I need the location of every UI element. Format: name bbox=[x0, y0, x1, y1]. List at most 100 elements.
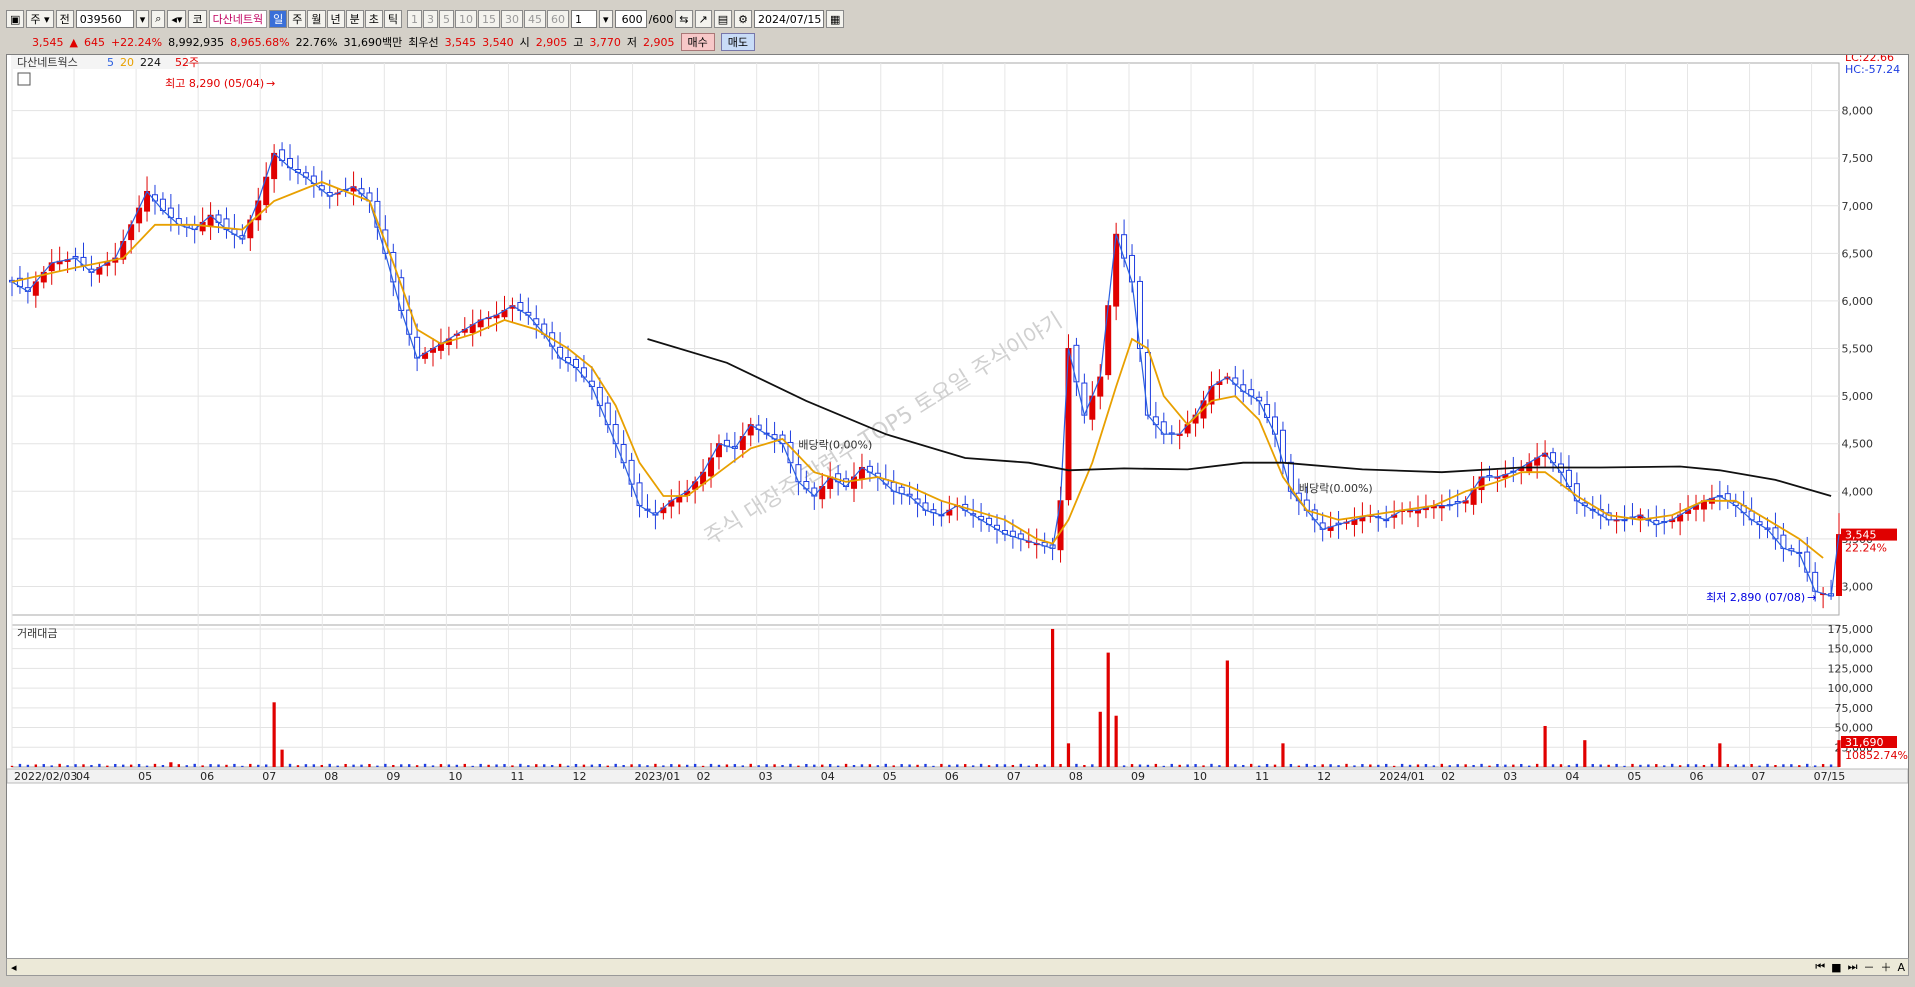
volume-bar bbox=[129, 764, 133, 767]
scroll-last-icon[interactable]: ⏭ bbox=[1845, 960, 1861, 974]
date-input[interactable]: 2024/07/15 bbox=[754, 10, 824, 28]
volume-bar bbox=[1027, 765, 1030, 767]
legend-52w: 52주 bbox=[175, 56, 199, 69]
volume-bar bbox=[1440, 763, 1444, 767]
interval-button-5[interactable]: 5 bbox=[439, 10, 455, 28]
scroll-stop-icon[interactable]: ■ bbox=[1828, 961, 1844, 974]
count-select[interactable]: 1 bbox=[571, 10, 598, 28]
x-tick-label: 05 bbox=[1627, 770, 1641, 783]
volume-bar bbox=[1392, 765, 1396, 767]
window-icon[interactable]: ▣ bbox=[6, 10, 25, 28]
speaker-icon[interactable]: ◂▾ bbox=[167, 10, 187, 28]
period-tab-6[interactable]: 틱 bbox=[383, 10, 403, 28]
volume-bar bbox=[18, 763, 22, 767]
best-ask: 3,545 bbox=[444, 35, 477, 49]
zoom-out-icon[interactable]: － bbox=[1860, 959, 1877, 975]
interval-button-60[interactable]: 60 bbox=[547, 10, 570, 28]
mode-select[interactable]: 주 ▾ bbox=[26, 10, 54, 28]
volume-bar bbox=[511, 765, 514, 767]
volume-bar bbox=[932, 765, 935, 767]
code-input[interactable]: 039560 bbox=[75, 10, 134, 28]
volume-bar bbox=[1774, 765, 1777, 767]
text-size-icon[interactable]: A bbox=[1894, 961, 1908, 974]
interval-button-45[interactable]: 45 bbox=[524, 10, 547, 28]
interval-button-15[interactable]: 15 bbox=[478, 10, 501, 28]
volume-bar bbox=[1408, 764, 1412, 767]
volume-bar bbox=[693, 763, 697, 767]
horizontal-scrollbar[interactable]: ◂ ⏮ ■ ⏭ － ＋ A bbox=[6, 958, 1909, 976]
candle-body bbox=[795, 464, 802, 483]
period-tab-2[interactable]: 월 bbox=[307, 10, 326, 28]
code-dropdown-icon[interactable]: ▾ bbox=[135, 10, 150, 28]
period-tab-0[interactable]: 일 bbox=[269, 10, 288, 28]
volume-bar bbox=[161, 764, 165, 767]
scroll-first-icon[interactable]: ⏮ bbox=[1812, 960, 1828, 974]
volume-bar bbox=[288, 763, 292, 767]
volume-bar bbox=[209, 764, 212, 767]
scroll-left-icon[interactable]: ◂ bbox=[7, 961, 21, 974]
volume-bar bbox=[1813, 765, 1817, 767]
count-input[interactable]: 600 bbox=[614, 10, 647, 28]
legend-ma224: 224 bbox=[140, 56, 161, 69]
volume-tick-label: 75,000 bbox=[1835, 702, 1874, 715]
calendar-icon[interactable]: ▦ bbox=[826, 10, 845, 28]
price-tick-label: 4,500 bbox=[1842, 438, 1874, 451]
volume-bar bbox=[1798, 765, 1801, 767]
interval-button-1[interactable]: 1 bbox=[407, 10, 423, 28]
stock-name: 다산네트웍 bbox=[208, 10, 268, 28]
period-tab-1[interactable]: 주 bbox=[288, 10, 307, 28]
sell-button[interactable]: 매도 bbox=[720, 33, 755, 51]
volume-bar bbox=[1663, 765, 1666, 767]
volume-bar bbox=[153, 763, 157, 767]
volume-bar bbox=[1702, 764, 1706, 767]
volume-bar bbox=[1075, 763, 1078, 767]
volume-bar bbox=[26, 764, 30, 767]
chart-area[interactable]: 3,0003,5004,0004,5005,0005,5006,0006,500… bbox=[6, 51, 1909, 970]
interval-button-10[interactable]: 10 bbox=[455, 10, 478, 28]
zoom-in-icon[interactable]: ＋ bbox=[1877, 959, 1894, 975]
prefix-button[interactable]: 전 bbox=[55, 10, 74, 28]
volume-bar bbox=[685, 764, 689, 767]
volume-bar bbox=[598, 763, 602, 767]
volume-bar bbox=[114, 763, 117, 767]
volume-bar bbox=[987, 765, 991, 767]
compare-icon[interactable]: ⇆ bbox=[675, 10, 693, 28]
volume-spike-bar bbox=[1066, 743, 1071, 767]
save-icon[interactable]: ▤ bbox=[713, 10, 733, 28]
volume-bar bbox=[145, 765, 149, 767]
volume-bar bbox=[678, 764, 681, 767]
interval-button-3[interactable]: 3 bbox=[423, 10, 439, 28]
volume-bar bbox=[550, 764, 554, 767]
volume-spike-bar bbox=[1543, 725, 1547, 767]
period-tab-4[interactable]: 분 bbox=[345, 10, 364, 28]
volume-bar bbox=[1218, 765, 1221, 767]
interval-button-30[interactable]: 30 bbox=[501, 10, 524, 28]
volume: 8,992,935 bbox=[168, 35, 225, 49]
count-dropdown-icon[interactable]: ▾ bbox=[599, 10, 613, 28]
volume-tick-label: 175,000 bbox=[1828, 623, 1874, 636]
scale-icon[interactable]: ↗ bbox=[694, 10, 712, 28]
volume-bar bbox=[1567, 765, 1571, 767]
volume-bar bbox=[860, 764, 864, 767]
period-tab-3[interactable]: 년 bbox=[326, 10, 345, 28]
volume-spike-bar bbox=[1114, 715, 1118, 767]
volume-bar bbox=[1146, 764, 1150, 767]
volume-bar bbox=[201, 765, 204, 767]
x-tick-label: 06 bbox=[945, 770, 959, 783]
gear-icon[interactable]: ⚙ bbox=[734, 10, 752, 28]
volume-bar bbox=[400, 764, 403, 767]
search-icon[interactable]: ⌕ bbox=[151, 10, 166, 28]
x-tick-label: 12 bbox=[572, 770, 586, 783]
volume-bar bbox=[1305, 763, 1308, 767]
volume-bar bbox=[725, 764, 729, 767]
low-arrow-icon: → bbox=[1807, 591, 1816, 604]
candle-body bbox=[1264, 404, 1271, 419]
count-total: /600 bbox=[648, 12, 674, 26]
candle-body bbox=[48, 262, 55, 272]
legend-name: 다산네트웍스 bbox=[17, 56, 78, 69]
volume-bar bbox=[1488, 765, 1491, 767]
period-tab-5[interactable]: 초 bbox=[364, 10, 383, 28]
buy-button[interactable]: 매수 bbox=[680, 33, 715, 51]
price-tick-label: 6,000 bbox=[1842, 295, 1874, 308]
x-tick-label: 08 bbox=[324, 770, 338, 783]
